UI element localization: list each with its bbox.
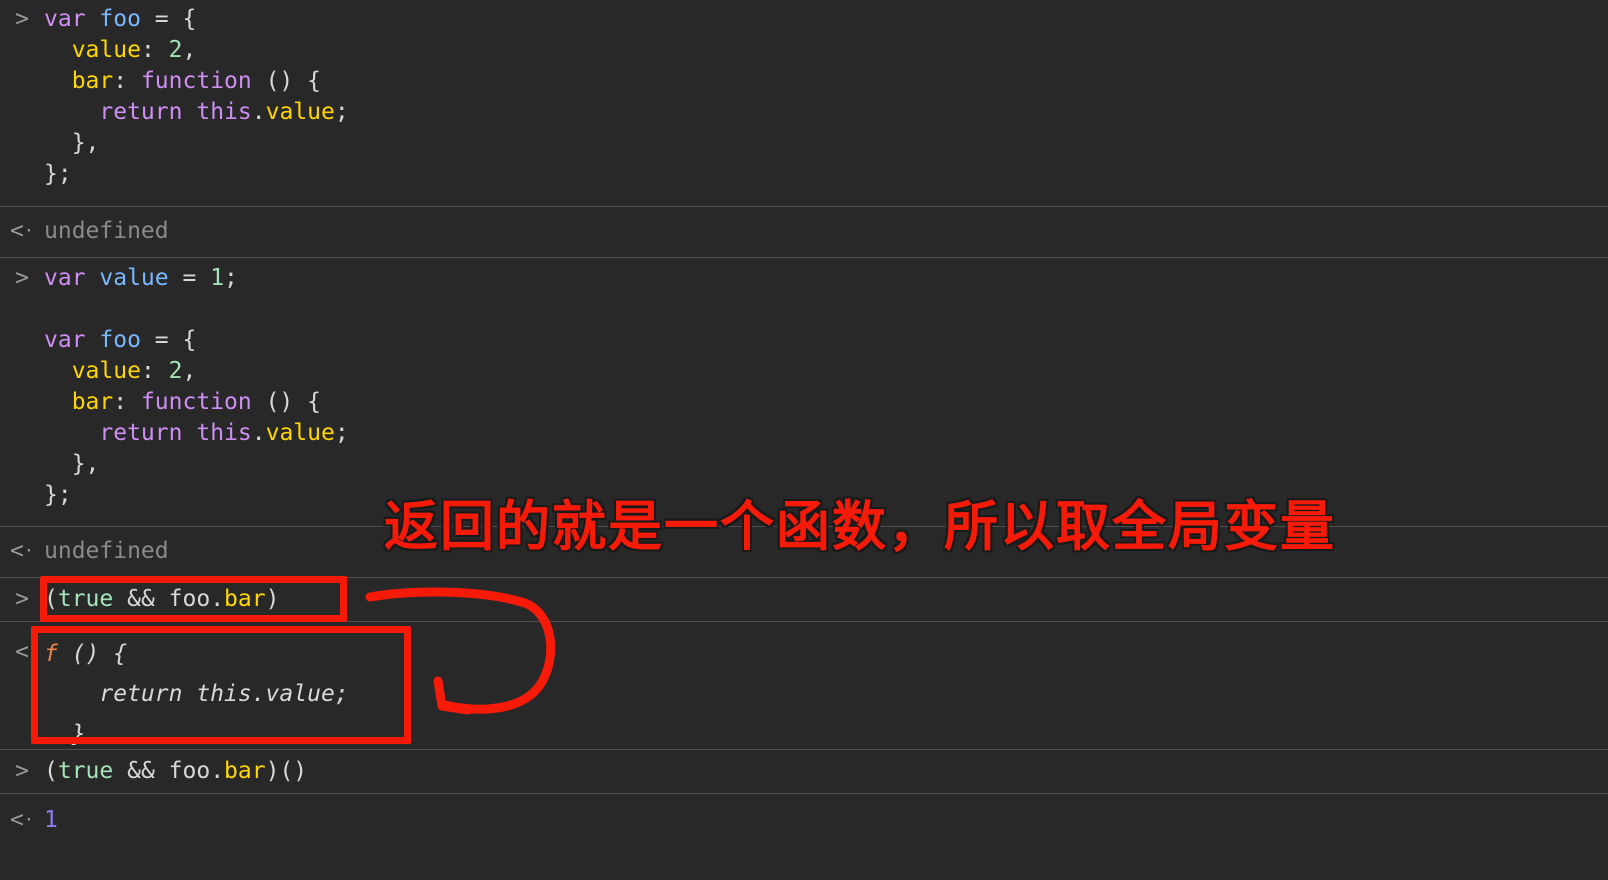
console-output-row[interactable]: <· undefined — [0, 526, 1608, 578]
input-prompt-chevron-icon: > — [15, 6, 29, 32]
console-input-row[interactable]: > var value = 1; var foo = { value: 2, b… — [0, 263, 1608, 511]
output-prompt-icon: <· — [9, 807, 35, 833]
console-result-undefined: undefined — [44, 538, 169, 564]
output-prompt-icon: <· — [9, 218, 35, 244]
input-prompt-chevron-icon: > — [15, 758, 29, 784]
console-output-row[interactable]: < f () { return this.value; } — [0, 630, 1608, 750]
output-prompt-icon: < — [15, 639, 29, 665]
console-output-row[interactable]: <· 1 — [0, 800, 1608, 846]
console-result-function: f () { return this.value; } — [44, 641, 349, 747]
console-result-value: 1 — [44, 807, 58, 833]
console-input-row[interactable]: > (true && foo.bar) — [0, 578, 1608, 622]
devtools-console-panel[interactable]: > var foo = { value: 2, bar: function ()… — [0, 0, 1608, 880]
console-code-block: var foo = { value: 2, bar: function () {… — [44, 6, 349, 187]
input-prompt-chevron-icon: > — [15, 265, 29, 291]
console-code-block: (true && foo.bar)() — [44, 758, 308, 784]
console-result-undefined: undefined — [44, 218, 169, 244]
console-input-row[interactable]: > var foo = { value: 2, bar: function ()… — [0, 4, 1608, 190]
input-prompt-chevron-icon: > — [15, 586, 29, 612]
output-prompt-icon: <· — [9, 538, 35, 564]
console-output-row[interactable]: <· undefined — [0, 206, 1608, 258]
console-input-row[interactable]: > (true && foo.bar)() — [0, 750, 1608, 794]
console-code-block: var value = 1; var foo = { value: 2, bar… — [44, 265, 349, 508]
console-code-block: (true && foo.bar) — [44, 586, 280, 612]
